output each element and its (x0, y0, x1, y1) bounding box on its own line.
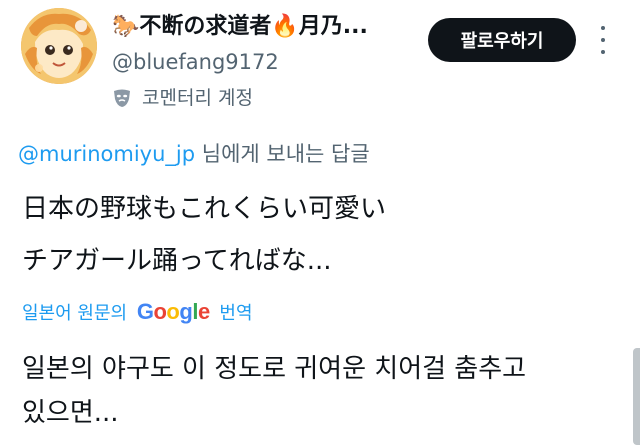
account-label: 코멘터리 계정 (142, 87, 253, 109)
display-name[interactable]: 🐎不断の求道者🔥月乃... (112, 13, 368, 41)
more-dot (601, 50, 605, 54)
reply-mention-link[interactable]: @murinomiyu_jp (18, 142, 195, 166)
scrollbar[interactable] (633, 348, 640, 445)
google-logo: Google (136, 299, 210, 324)
user-handle[interactable]: @bluefang9172 (112, 49, 279, 75)
translated-text-line-1: 일본의 야구도 이 정도로 귀여운 치어걸 춤추고 (22, 354, 527, 384)
translated-text-line-2: 있으면... (22, 398, 119, 428)
tweet-text-line-2: チアガール踊ってればな... (22, 246, 332, 276)
follow-button[interactable]: 팔로우하기 (428, 18, 576, 62)
translation-suffix: 번역 (219, 303, 253, 324)
reply-suffix: 님에게 보내는 답글 (195, 142, 370, 166)
tweet-text-line-1: 日本の野球もこれくらい可愛い (22, 194, 387, 224)
translation-attribution-link[interactable]: 일본어 원문의 Google 번역 (22, 298, 253, 328)
translation-prefix: 일본어 원문의 (22, 303, 128, 324)
reply-context: @murinomiyu_jp 님에게 보내는 답글 (18, 140, 370, 168)
account-label-row: 코멘터리 계정 (112, 85, 253, 111)
mask-icon (112, 88, 132, 108)
more-vertical-icon[interactable] (596, 26, 610, 54)
more-dot (601, 26, 605, 30)
avatar-image (21, 8, 97, 84)
more-dot (601, 38, 605, 42)
avatar[interactable] (21, 8, 97, 84)
